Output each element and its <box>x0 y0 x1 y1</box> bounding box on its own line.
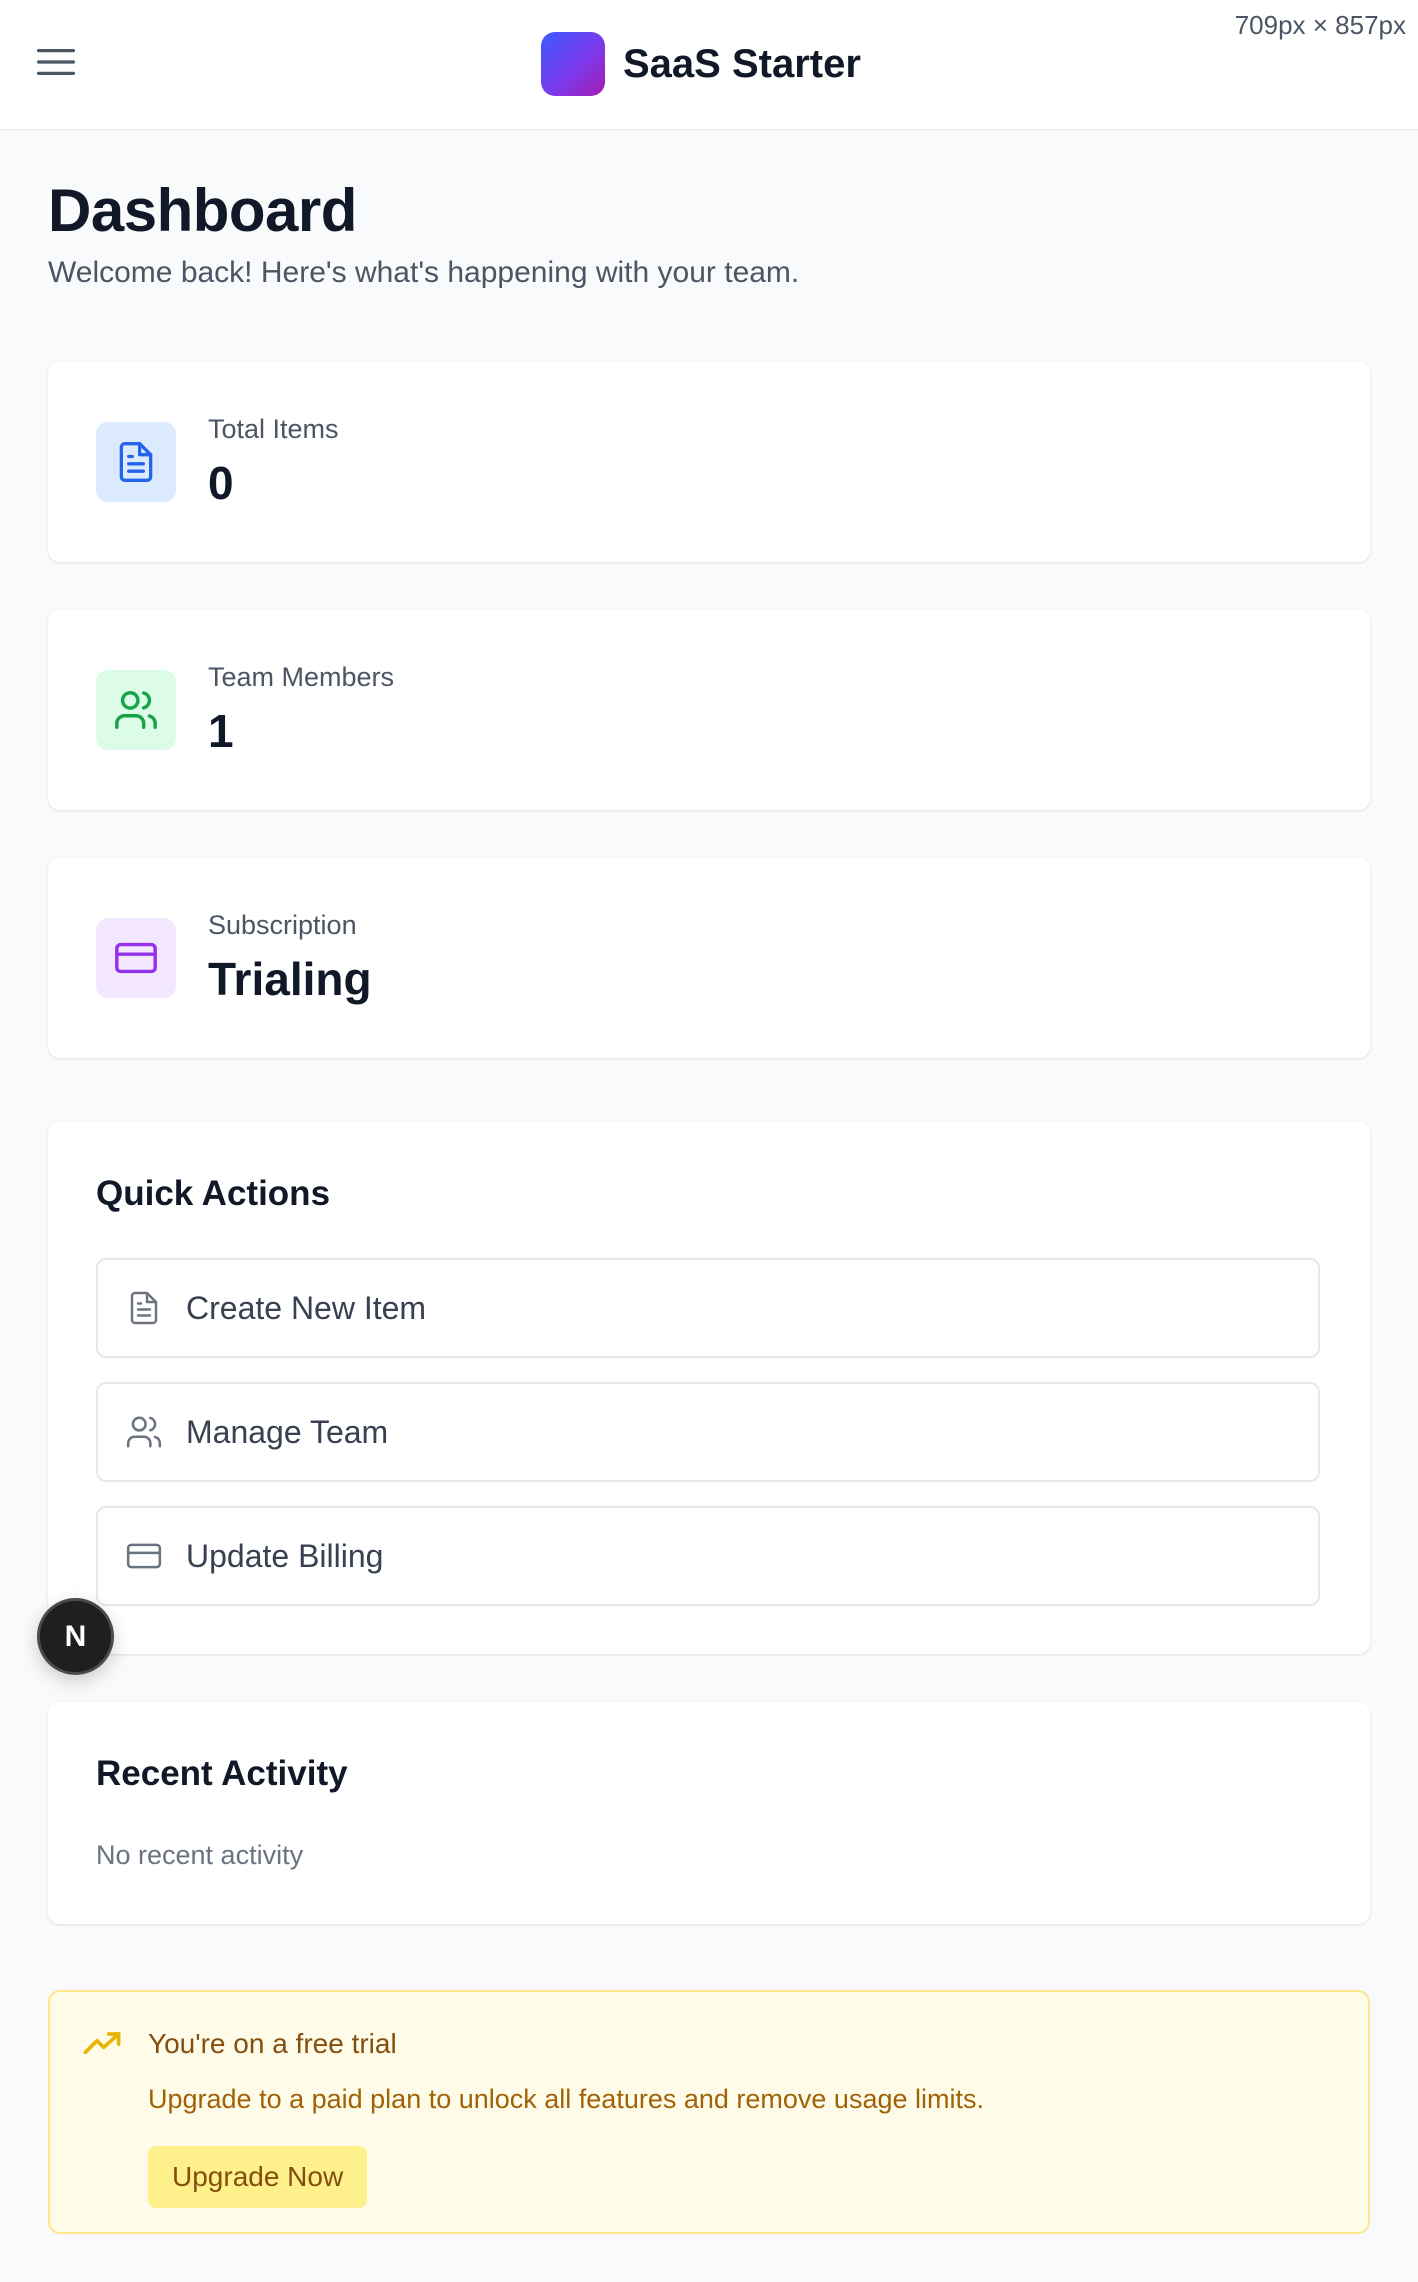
create-new-item-button[interactable]: Create New Item <box>96 1258 1320 1358</box>
stat-value: 0 <box>208 457 234 509</box>
stat-label: Team Members <box>208 662 395 692</box>
brand[interactable]: SaaS Starter <box>541 31 861 97</box>
page-subtitle: Welcome back! Here's what's happening wi… <box>48 256 800 289</box>
trial-title: You're on a free trial <box>148 2028 397 2059</box>
hamburger-menu-icon <box>37 49 75 75</box>
stat-icon-container <box>96 422 176 502</box>
stat-label: Total Items <box>208 414 339 444</box>
dev-tools-badge[interactable]: N <box>37 1598 114 1675</box>
credit-card-icon <box>126 1543 162 1569</box>
users-icon <box>115 691 157 729</box>
menu-button[interactable] <box>30 36 82 88</box>
recent-activity-title: Recent Activity <box>96 1754 348 1793</box>
app-name: SaaS Starter <box>623 41 861 86</box>
trial-banner: You're on a free trial Upgrade to a paid… <box>48 1990 1370 2234</box>
quick-actions-title: Quick Actions <box>96 1174 331 1213</box>
upgrade-now-button[interactable]: Upgrade Now <box>148 2146 368 2208</box>
stat-card-team-members: Team Members 1 <box>48 610 1370 810</box>
stat-card-total-items: Total Items 0 <box>48 362 1370 562</box>
trial-description: Upgrade to a paid plan to unlock all fea… <box>148 2084 984 2114</box>
app-logo <box>541 32 605 96</box>
viewport-size-label: 709px × 857px <box>1234 10 1406 40</box>
users-icon <box>126 1416 162 1448</box>
document-icon <box>119 442 153 482</box>
stat-icon-container <box>96 918 176 998</box>
stat-label: Subscription <box>208 910 357 940</box>
stat-card-subscription: Subscription Trialing <box>48 858 1370 1058</box>
stat-value: Trialing <box>208 953 372 1005</box>
quick-actions-card: Quick Actions Create New Item Manage Tea… <box>48 1122 1370 1654</box>
page: SaaS Starter 709px × 857px Dashboard Wel… <box>0 0 1418 2282</box>
stat-icon-container <box>96 670 176 750</box>
action-label: Update Billing <box>186 1537 384 1574</box>
manage-team-button[interactable]: Manage Team <box>96 1382 1320 1482</box>
empty-state-text: No recent activity <box>96 1840 304 1870</box>
credit-card-icon <box>115 942 157 974</box>
document-icon <box>130 1291 158 1325</box>
recent-activity-card: Recent Activity No recent activity <box>48 1702 1370 1924</box>
action-label: Create New Item <box>186 1289 427 1326</box>
update-billing-button[interactable]: Update Billing <box>96 1506 1320 1606</box>
stat-value: 1 <box>208 705 234 757</box>
page-title: Dashboard <box>48 177 357 244</box>
action-label: Manage Team <box>186 1413 389 1450</box>
top-header: SaaS Starter 709px × 857px <box>0 0 1418 130</box>
trending-up-icon <box>83 2032 121 2055</box>
